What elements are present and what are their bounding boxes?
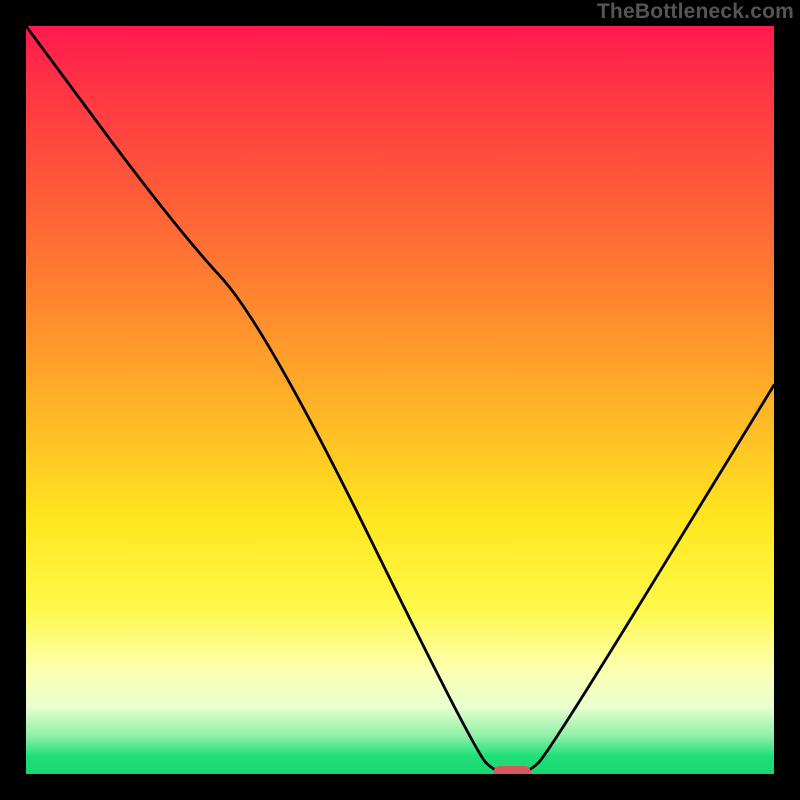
bottleneck-curve [26, 26, 774, 774]
chart-frame: TheBottleneck.com [0, 0, 800, 800]
watermark-text: TheBottleneck.com [597, 0, 794, 24]
plot-area [26, 26, 774, 774]
curve-path [26, 26, 774, 774]
minimum-marker [494, 766, 531, 774]
